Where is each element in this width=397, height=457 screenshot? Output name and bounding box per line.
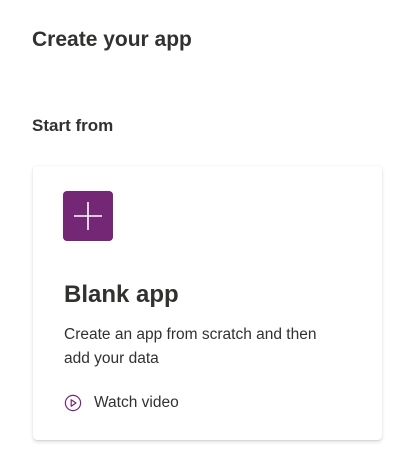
blank-app-card[interactable]: Blank app Create an app from scratch and… [33, 166, 382, 440]
blank-app-icon-tile [63, 191, 113, 241]
page-title: Create your app [32, 28, 192, 51]
watch-video-label: Watch video [94, 394, 179, 411]
card-description: Create an app from scratch and then add … [64, 326, 317, 367]
card-title: Blank app [64, 281, 179, 308]
section-heading-start-from: Start from [32, 116, 114, 135]
plus-icon [74, 202, 102, 230]
watch-video-link[interactable]: Watch video [64, 392, 179, 414]
play-circle-icon [64, 394, 82, 412]
